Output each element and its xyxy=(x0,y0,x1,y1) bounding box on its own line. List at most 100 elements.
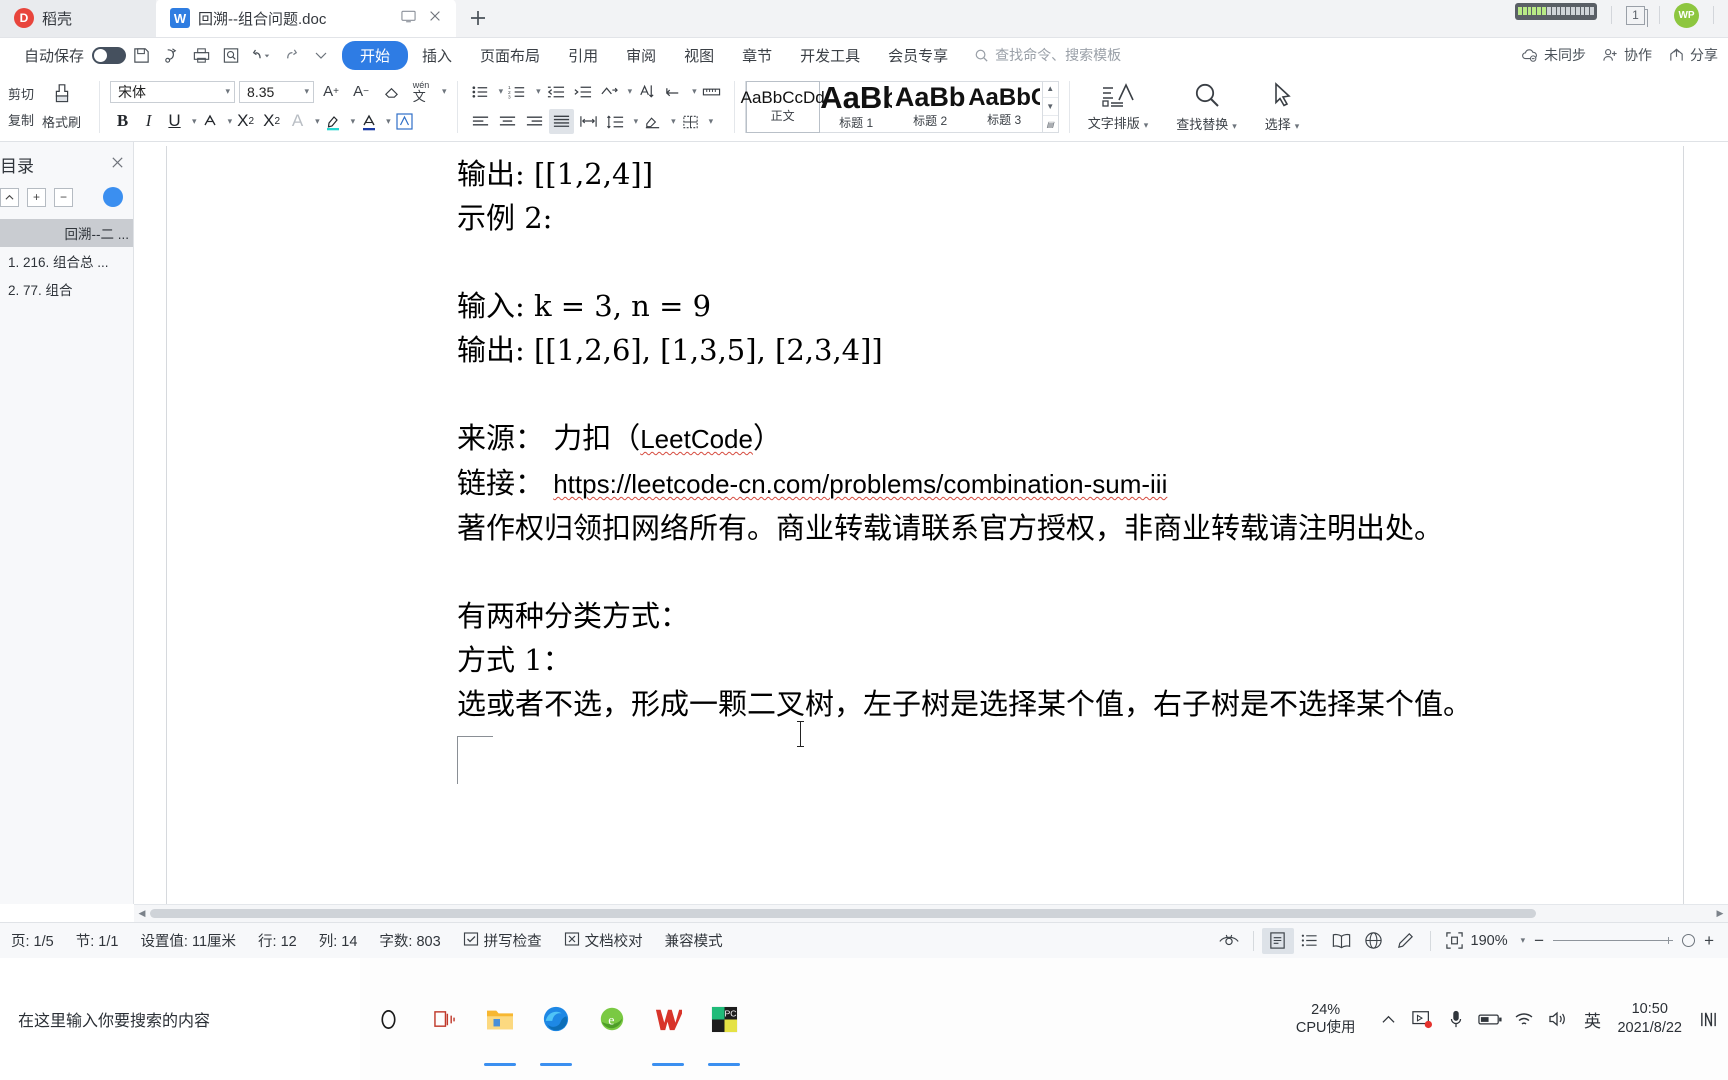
text-layout-button[interactable]: 文字排版 ▾ xyxy=(1074,82,1163,132)
show-paragraph-marks-icon[interactable] xyxy=(634,79,659,104)
status-row[interactable]: 行: 12 xyxy=(247,930,308,951)
clear-formatting-icon[interactable] xyxy=(378,80,404,104)
document-page[interactable]: 输出: [[1,2,4]] 示例 2: 输入: k = 3, n = 9 输出:… xyxy=(166,146,1684,904)
chevron-down-icon[interactable]: ▾ xyxy=(224,116,233,127)
autosave-toggle[interactable] xyxy=(92,46,127,64)
collapse-up-icon[interactable] xyxy=(0,187,19,207)
sync-status-button[interactable]: 未同步 xyxy=(1521,45,1586,65)
screen-recorder-icon[interactable] xyxy=(1405,958,1439,1080)
status-setting[interactable]: 设置值: 11厘米 xyxy=(129,930,247,951)
status-spellcheck[interactable]: 拼写检查 xyxy=(452,930,553,951)
increase-indent-icon[interactable] xyxy=(570,79,595,104)
line-spacing-icon[interactable] xyxy=(603,109,628,134)
chevron-down-icon[interactable]: ▾ xyxy=(1517,935,1526,946)
expand-plus-icon[interactable]: + xyxy=(27,187,46,207)
volume-icon[interactable] xyxy=(1541,958,1575,1080)
numbered-list-icon[interactable]: 123 xyxy=(505,79,530,104)
window-count-badge[interactable]: 1 xyxy=(1626,5,1648,27)
align-center-icon[interactable] xyxy=(495,109,520,134)
fit-page-icon[interactable] xyxy=(1439,928,1471,954)
styles-scroll[interactable]: ▲ ▼ ▤ xyxy=(1041,80,1058,133)
chevron-down-icon[interactable]: ▾ xyxy=(495,86,504,97)
zoom-level[interactable]: 190% xyxy=(1471,933,1508,949)
scroll-thumb[interactable] xyxy=(150,909,1536,918)
font-family-select[interactable]: 宋体 ▾ xyxy=(110,80,236,103)
task-view-icon[interactable] xyxy=(416,958,472,1080)
zoom-out-icon[interactable]: − xyxy=(1534,932,1544,949)
chevron-down-icon[interactable]: ▾ xyxy=(382,116,391,127)
style-heading-1[interactable]: AaBbC 标题 1 xyxy=(820,81,894,133)
autosave-control[interactable]: 自动保存 xyxy=(0,45,127,66)
cut-button[interactable]: 剪切 xyxy=(8,84,34,103)
nav-item-0[interactable]: 回溯--二 ... xyxy=(0,219,133,247)
chevron-down-icon[interactable]: ▾ xyxy=(624,86,633,97)
print-preview-icon[interactable] xyxy=(216,40,246,70)
tab-document[interactable]: W 回溯--组合问题.doc xyxy=(156,0,456,37)
close-icon[interactable] xyxy=(110,155,125,175)
zoom-slider-track[interactable] xyxy=(1553,937,1674,944)
chevron-down-icon[interactable]: ▾ xyxy=(188,116,197,127)
tab-docer[interactable]: D 稻壳 xyxy=(0,0,156,37)
superscript-button[interactable]: X2 xyxy=(233,109,258,134)
ruler-icon[interactable] xyxy=(699,79,724,104)
tab-member[interactable]: 会员专享 xyxy=(874,41,962,70)
chevron-down-icon[interactable]: ▾ xyxy=(630,116,639,127)
select-button[interactable]: 选择 ▾ xyxy=(1251,81,1314,133)
nav-item-2[interactable]: 2. 77. 组合 xyxy=(0,275,133,303)
font-size-select[interactable]: 8.35 ▾ xyxy=(239,80,315,103)
share-button[interactable]: 分享 xyxy=(1668,45,1718,65)
copy-button[interactable]: 复制 xyxy=(8,110,34,129)
scroll-down-icon[interactable]: ▼ xyxy=(1042,98,1058,116)
increase-font-size-icon[interactable]: A + xyxy=(318,80,344,104)
ink-view-icon[interactable] xyxy=(1390,928,1422,954)
align-left-icon[interactable] xyxy=(468,109,493,134)
pycharm-icon[interactable]: PC xyxy=(696,958,752,1080)
distribute-icon[interactable] xyxy=(576,109,601,134)
chevron-down-icon[interactable]: ▾ xyxy=(532,86,541,97)
scroll-track[interactable] xyxy=(150,909,1712,918)
font-color-icon[interactable] xyxy=(356,109,381,134)
strikethrough-icon[interactable] xyxy=(198,109,223,134)
character-shading-icon[interactable] xyxy=(392,109,417,134)
chevron-down-icon[interactable]: ▾ xyxy=(688,86,697,97)
style-normal[interactable]: AaBbCcDd 正文 xyxy=(741,80,825,133)
taskbar-search-box[interactable]: 在这里输入你要搜索的内容 xyxy=(0,958,360,1080)
status-section[interactable]: 节: 1/1 xyxy=(65,930,130,951)
pinyin-guide-icon[interactable]: wén 文 xyxy=(408,80,434,104)
microphone-icon[interactable] xyxy=(1439,958,1473,1080)
microsoft-edge-icon[interactable] xyxy=(528,958,584,1080)
chevron-down-icon[interactable]: ▾ xyxy=(311,116,320,127)
underline-button[interactable]: U xyxy=(162,109,187,134)
monitor-icon[interactable] xyxy=(401,9,416,28)
scroll-right-icon[interactable]: ▶ xyxy=(1712,908,1728,919)
redo-icon[interactable] xyxy=(276,40,306,70)
styles-more-icon[interactable]: ▤ xyxy=(1043,116,1058,133)
decrease-font-size-icon[interactable]: A − xyxy=(348,80,374,104)
sort-icon[interactable] xyxy=(597,79,622,104)
cortana-circle-icon[interactable] xyxy=(360,958,416,1080)
tab-insert[interactable]: 插入 xyxy=(408,41,466,70)
bold-button[interactable]: B xyxy=(110,109,135,134)
focus-mode-icon[interactable] xyxy=(1213,928,1245,954)
status-page[interactable]: 页: 1/5 xyxy=(0,930,65,951)
highlight-color-icon[interactable] xyxy=(321,109,346,134)
status-compat[interactable]: 兼容模式 xyxy=(654,930,734,951)
tab-view[interactable]: 视图 xyxy=(670,41,728,70)
internet-explorer-icon[interactable]: e xyxy=(584,958,640,1080)
chevron-down-icon[interactable]: ▾ xyxy=(438,86,447,97)
tab-references[interactable]: 引用 xyxy=(554,41,612,70)
wps-office-icon[interactable] xyxy=(640,958,696,1080)
bullet-list-icon[interactable] xyxy=(468,79,493,104)
file-explorer-icon[interactable] xyxy=(472,958,528,1080)
tab-review[interactable]: 审阅 xyxy=(612,41,670,70)
zoom-in-icon[interactable]: + xyxy=(1704,932,1714,949)
save-as-icon[interactable] xyxy=(156,40,186,70)
status-proofread[interactable]: 文档校对 xyxy=(553,930,654,951)
tab-developer[interactable]: 开发工具 xyxy=(786,41,874,70)
save-icon[interactable] xyxy=(126,40,156,70)
chevron-down-icon[interactable]: ▾ xyxy=(705,116,714,127)
print-icon[interactable] xyxy=(186,40,216,70)
nav-item-1[interactable]: 1. 216. 组合总 ... xyxy=(0,247,133,275)
command-search[interactable]: 查找命令、搜索模板 xyxy=(974,45,1121,65)
justify-icon[interactable] xyxy=(548,109,574,134)
